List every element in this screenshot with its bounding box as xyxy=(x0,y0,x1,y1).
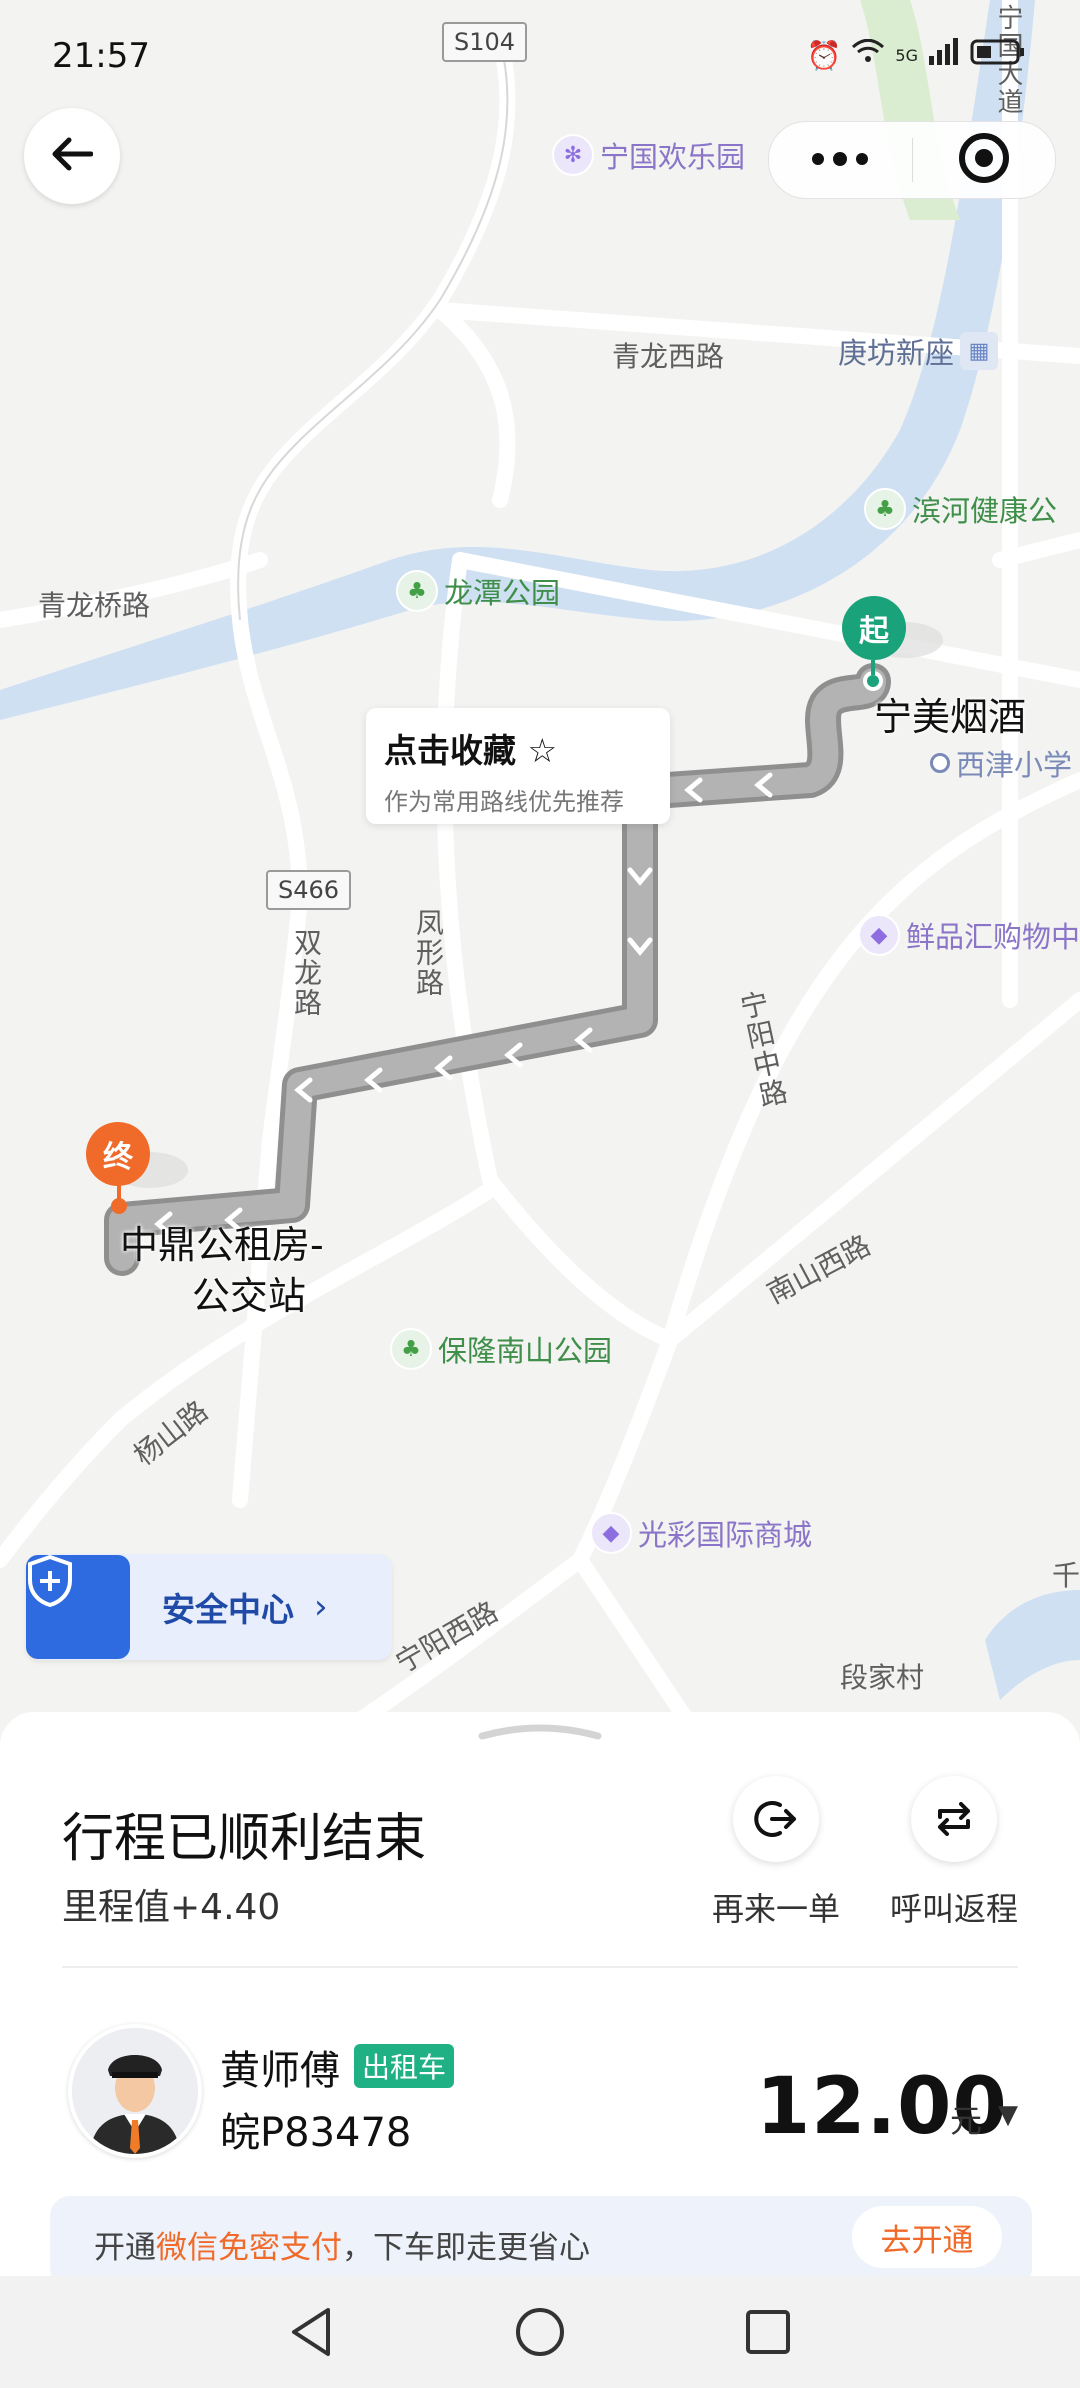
wifi-icon xyxy=(851,38,885,72)
tree-icon: ♣ xyxy=(396,570,438,612)
status-icons: ⏰ 5G xyxy=(807,38,1026,73)
taxi-badge: 出租车 xyxy=(354,2044,455,2088)
poi-gengfang-xinzuo[interactable]: ▦ 庚坊新座 xyxy=(838,330,999,372)
trip-status-title: 行程已顺利结束 xyxy=(62,1809,427,1869)
square-recents-icon xyxy=(746,2310,790,2354)
nav-recents-button[interactable] xyxy=(740,2304,796,2360)
tree-icon: ♣ xyxy=(390,1328,432,1370)
triangle-back-icon xyxy=(292,2308,330,2356)
favorite-route-card[interactable]: 点击收藏 ☆ 作为常用路线优先推荐 xyxy=(366,708,670,824)
more-dots-icon xyxy=(810,151,870,170)
app: S104 青龙西路 青龙桥路 S466 双龙路 凤形路 宁阳中路 南山西路 杨山… xyxy=(0,0,1080,2388)
arrow-left-icon xyxy=(51,136,94,176)
safety-center-button[interactable]: 安全中心 › xyxy=(26,1554,392,1660)
network-type: 5G xyxy=(895,46,918,65)
poi-guangcai-mall[interactable]: ◆ 光彩国际商城 xyxy=(590,1512,812,1554)
driver-name: 黄师傅 xyxy=(220,2048,340,2094)
road-label-qinglong-bridge: 青龙桥路 xyxy=(38,589,151,622)
return-trip-label: 呼叫返程 xyxy=(889,1890,1018,1928)
sheet-handle[interactable] xyxy=(478,1720,602,1740)
mileage-value: 里程值+4.40 xyxy=(62,1887,281,1928)
shopping-bag-icon: ◆ xyxy=(858,914,900,956)
shield-plus-icon xyxy=(26,1554,130,1659)
mini-program-capsule xyxy=(768,121,1056,199)
circle-home-icon xyxy=(516,2308,564,2356)
back-button[interactable] xyxy=(24,108,120,204)
trip-summary-sheet: 行程已顺利结束 里程值+4.40 再来一单 呼叫返程 黄师傅 出租车 皖P834… xyxy=(0,1712,1080,2276)
nav-back-button[interactable] xyxy=(284,2304,340,2360)
ferris-wheel-icon: ✻ xyxy=(552,134,594,176)
close-mini-program-button[interactable] xyxy=(913,122,1056,198)
nav-home-button[interactable] xyxy=(512,2304,568,2360)
fare-dropdown-icon[interactable]: ▼ xyxy=(998,2100,1018,2130)
map[interactable]: S104 青龙西路 青龙桥路 S466 双龙路 凤形路 宁阳中路 南山西路 杨山… xyxy=(0,0,1080,1760)
reorder-label: 再来一单 xyxy=(711,1890,840,1928)
driver-avatar[interactable] xyxy=(68,2024,202,2158)
shopping-bag-icon: ◆ xyxy=(590,1512,632,1554)
road-shield-s466: S466 xyxy=(266,870,352,910)
favorite-title: 点击收藏 ☆ xyxy=(384,731,558,770)
place-label-duanjia: 段家村 xyxy=(840,1661,925,1694)
chevron-right-icon: › xyxy=(314,1587,328,1627)
poi-binhe-park[interactable]: ♣ 滨河健康公 xyxy=(864,488,1057,530)
start-place-name: 宁美烟酒 xyxy=(874,695,1027,739)
favorite-subtitle: 作为常用路线优先推荐 xyxy=(384,788,624,816)
system-nav-bar xyxy=(0,2276,1080,2388)
license-plate: 皖P83478 xyxy=(220,2110,412,2156)
end-marker[interactable]: 终 xyxy=(86,1122,150,1186)
enable-payment-button[interactable]: 去开通 xyxy=(852,2206,1002,2268)
safety-center-label: 安全中心 xyxy=(162,1590,294,1629)
signal-icon xyxy=(928,38,960,73)
road-label-shuanglong: 双龙路 xyxy=(290,928,323,1018)
road-label-qinglong-west: 青龙西路 xyxy=(612,340,725,373)
status-bar: 21:57 ⏰ 5G xyxy=(0,0,1080,110)
poi-ningguo-amusement-park[interactable]: ✻ 宁国欢乐园 xyxy=(552,134,745,176)
reorder-icon xyxy=(733,1776,819,1862)
end-place-name: 中鼎公租房- 公交站 xyxy=(120,1220,324,1323)
promo-prefix: 开通 xyxy=(94,2230,156,2266)
end-place-line2: 公交站 xyxy=(191,1274,306,1319)
fare-unit: 元 xyxy=(950,2102,983,2140)
building-icon: ▦ xyxy=(960,332,999,370)
alarm-icon: ⏰ xyxy=(806,39,842,72)
place-label-qian: 千 xyxy=(1052,1559,1080,1592)
battery-icon xyxy=(970,38,1026,73)
payment-promo-banner: 开通微信免密支付，下车即走更省心 去开通 xyxy=(50,2196,1032,2288)
return-trip-button[interactable]: 呼叫返程 xyxy=(874,1776,1034,1930)
tree-icon: ♣ xyxy=(864,488,906,530)
reorder-button[interactable]: 再来一单 xyxy=(696,1776,856,1930)
road-label-fengxing: 凤形路 xyxy=(412,908,445,998)
end-place-line1: 中鼎公租房- xyxy=(120,1223,324,1267)
promo-highlight: 微信免密支付 xyxy=(156,2230,342,2266)
poi-baolong-nanshan-park[interactable]: ♣ 保隆南山公园 xyxy=(390,1328,612,1370)
status-time: 21:57 xyxy=(52,36,150,76)
target-circle-icon xyxy=(957,131,1011,189)
return-trip-icon xyxy=(911,1776,997,1862)
divider xyxy=(62,1966,1018,1968)
poi-xijin-primary-school[interactable]: 西津小学 xyxy=(930,742,1072,784)
map-canvas xyxy=(0,0,1080,1748)
promo-suffix: ，下车即走更省心 xyxy=(342,2230,590,2266)
poi-longtan-park[interactable]: ♣ 龙潭公园 xyxy=(396,570,560,612)
more-button[interactable] xyxy=(769,122,912,198)
payment-promo-text: 开通微信免密支付，下车即走更省心 xyxy=(94,2222,590,2267)
school-dot-icon xyxy=(930,753,950,773)
start-marker[interactable]: 起 xyxy=(842,596,906,660)
poi-xianpinhui-mall[interactable]: ◆ 鲜品汇购物中 xyxy=(858,914,1080,956)
